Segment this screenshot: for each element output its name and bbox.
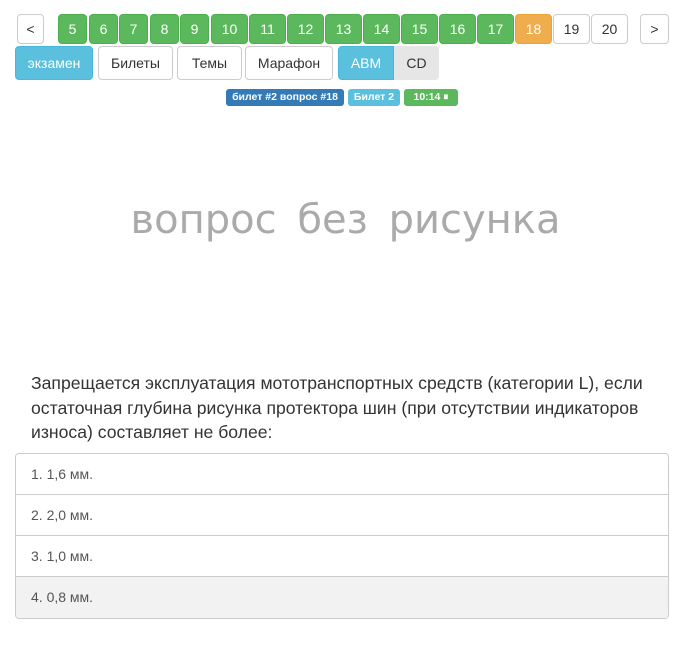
category-abm-button[interactable]: ABM (338, 46, 394, 80)
marathon-button[interactable]: Марафон (245, 46, 333, 80)
exam-button[interactable]: экзамен (15, 46, 93, 80)
page-button-19[interactable]: 19 (553, 14, 590, 44)
tickets-button[interactable]: Билеты (98, 46, 173, 80)
page-button-10[interactable]: 10 (211, 14, 248, 44)
timer-badge[interactable]: 10:14 ⏸ (404, 89, 458, 106)
ticket-badge: Билет 2 (348, 89, 400, 106)
question-text: Запрещается эксплуатация мототранспортны… (31, 373, 643, 442)
answer-option-2[interactable]: 2. 2,0 мм. (16, 495, 668, 536)
page-button-16[interactable]: 16 (439, 14, 476, 44)
page-button-8[interactable]: 8 (150, 14, 179, 44)
prev-page-button[interactable]: < (17, 14, 44, 44)
next-page-button[interactable]: > (640, 14, 669, 44)
status-labels: билет #2 вопрос #18 Билет 2 10:14 ⏸ (226, 89, 466, 106)
topics-button[interactable]: Темы (177, 46, 242, 80)
mode-toolbar: экзамен Билеты Темы Марафон ABM CD (15, 46, 445, 80)
page-button-11[interactable]: 11 (249, 14, 286, 44)
page-button-6[interactable]: 6 (89, 14, 118, 44)
question-pager: < 5 6 7 8 9 10 11 12 13 14 15 16 17 18 1… (17, 14, 669, 44)
page-button-15[interactable]: 15 (401, 14, 438, 44)
no-image-placeholder: вопрос без рисунка (130, 197, 561, 243)
answer-option-3[interactable]: 3. 1,0 мм. (16, 536, 668, 577)
page-button-20[interactable]: 20 (591, 14, 628, 44)
answer-option-4[interactable]: 4. 0,8 мм. (16, 577, 668, 618)
page-button-17[interactable]: 17 (477, 14, 514, 44)
page-button-12[interactable]: 12 (287, 14, 324, 44)
page-button-14[interactable]: 14 (363, 14, 400, 44)
answer-list: 1. 1,6 мм. 2. 2,0 мм. 3. 1,0 мм. 4. 0,8 … (15, 453, 669, 619)
page-button-9[interactable]: 9 (180, 14, 209, 44)
ticket-question-badge: билет #2 вопрос #18 (226, 89, 344, 106)
category-cd-button[interactable]: CD (394, 46, 439, 80)
page-button-13[interactable]: 13 (325, 14, 362, 44)
answer-option-1[interactable]: 1. 1,6 мм. (16, 454, 668, 495)
page-button-7[interactable]: 7 (119, 14, 148, 44)
page-button-5[interactable]: 5 (58, 14, 87, 44)
page-button-18-current[interactable]: 18 (515, 14, 552, 44)
